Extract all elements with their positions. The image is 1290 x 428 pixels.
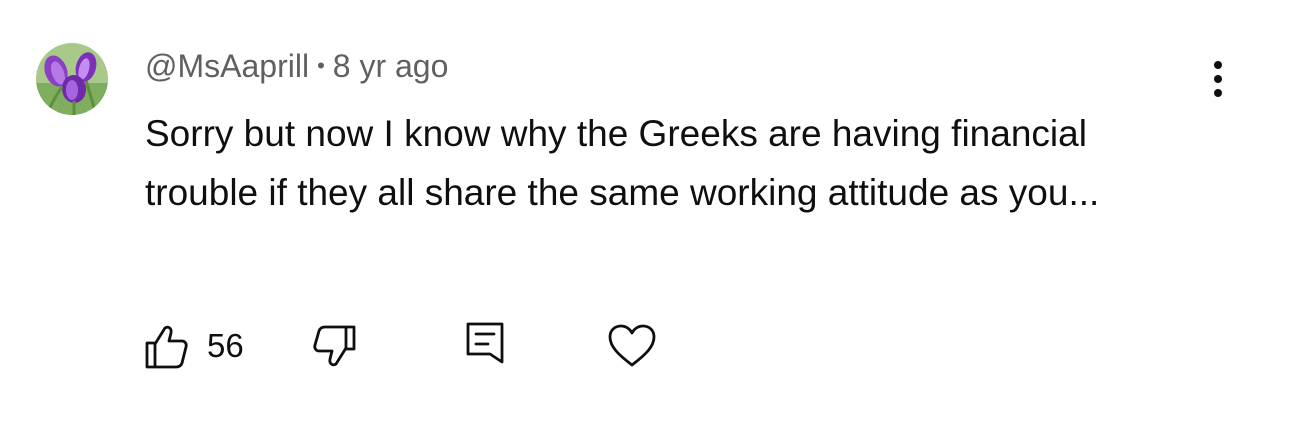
dislike-button[interactable] (312, 318, 358, 374)
avatar-image (36, 43, 108, 115)
more-vertical-icon[interactable] (1196, 58, 1240, 102)
comment-meta: @MsAaprill • 8 yr ago (145, 46, 448, 86)
comment-text: Sorry but now I know why the Greeks are … (145, 113, 1100, 213)
timestamp: 8 yr ago (332, 48, 449, 84)
comment-item: @MsAaprill • 8 yr ago Sorry but now I know… (0, 0, 1290, 428)
like-button[interactable]: 56 (143, 318, 244, 374)
reply-comment-icon (466, 322, 504, 364)
author-name[interactable]: @MsAaprill (145, 48, 309, 84)
heart-icon (608, 324, 656, 367)
meta-separator: • (317, 53, 325, 78)
reply-button[interactable] (462, 318, 508, 374)
avatar[interactable] (36, 43, 108, 115)
heart-button[interactable] (607, 318, 657, 374)
comment-actions: 56 (0, 318, 1290, 374)
like-count: 56 (207, 327, 244, 364)
thumbs-up-icon (145, 325, 188, 369)
thumbs-down-icon (313, 325, 356, 367)
